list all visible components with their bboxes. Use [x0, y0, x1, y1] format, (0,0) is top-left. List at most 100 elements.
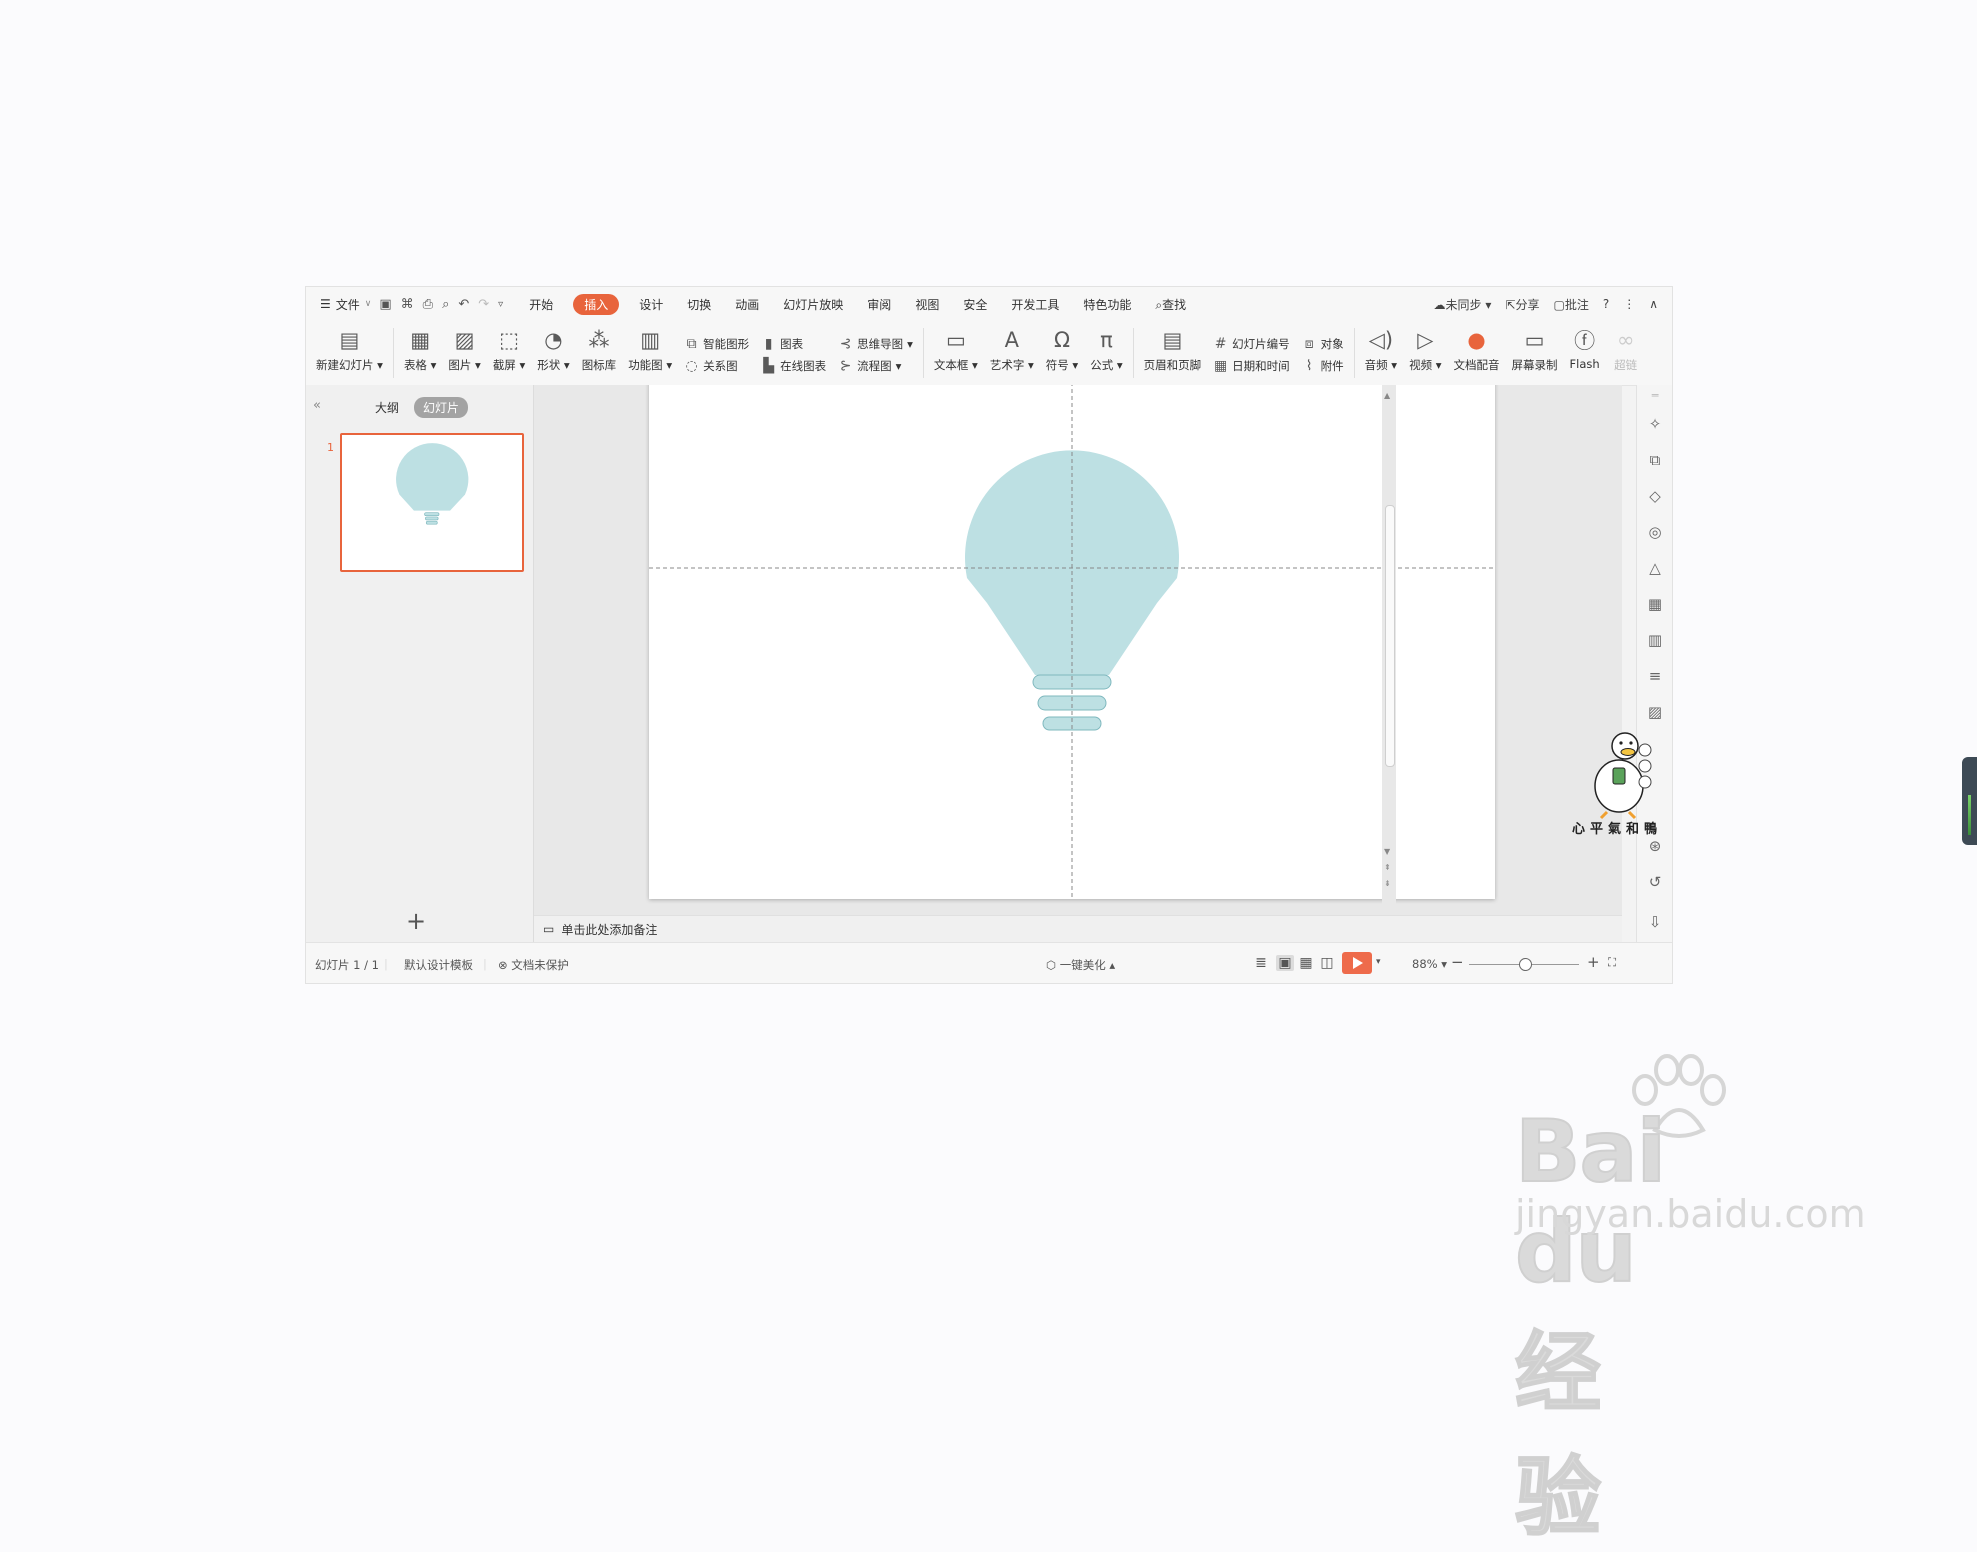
play-options-icon[interactable]: ▾ — [1376, 957, 1381, 967]
zoom-in-icon[interactable]: + — [1587, 953, 1600, 971]
tab-outline[interactable]: 大纲 — [375, 399, 399, 416]
formula-button[interactable]: π 公式 ▾ — [1084, 321, 1128, 379]
date-time-button[interactable]: ▦ 日期和时间 — [1213, 358, 1290, 374]
play-slideshow-button[interactable] — [1342, 952, 1372, 974]
function-chart-button[interactable]: ▥ 功能图 ▾ — [622, 321, 678, 379]
online-chart-button[interactable]: ▙ 在线图表 — [761, 358, 826, 374]
add-slide-button[interactable]: + — [406, 907, 426, 935]
lightbulb-shape-group[interactable] — [649, 385, 1495, 899]
print-icon[interactable]: ⎙ — [423, 297, 433, 312]
arttext-button[interactable]: A 艺术字 ▾ — [984, 321, 1040, 379]
backup-icon[interactable]: ⊛ — [1646, 837, 1664, 855]
floating-edge-widget[interactable] — [1962, 757, 1977, 845]
collapse-ribbon-icon[interactable]: ∧ — [1649, 297, 1658, 311]
attachment-button[interactable]: ⌇ 附件 — [1302, 358, 1344, 374]
doc-dub-button[interactable]: ● 文档配音 — [1448, 321, 1506, 379]
screenshot-button[interactable]: ⬚ 截屏 ▾ — [487, 321, 531, 379]
help-button[interactable]: ? — [1603, 297, 1609, 311]
next-slide-icon[interactable]: ⇟ — [1384, 879, 1391, 888]
new-slide-button[interactable]: ▤ 新建幻灯片 ▾ — [306, 321, 389, 379]
relation-button[interactable]: ◌ 关系图 — [684, 358, 749, 374]
status-divider: | — [384, 957, 388, 971]
share-button[interactable]: ⇱分享 — [1505, 296, 1539, 313]
watermark-url: jingyan.baidu.com — [1515, 1192, 1866, 1236]
fit-window-icon[interactable]: ⛶ — [1608, 955, 1616, 970]
mindmap-button[interactable]: ⊰ 思维导图 ▾ — [838, 336, 913, 352]
chart-button[interactable]: ▮ 图表 — [761, 336, 826, 352]
comment-button[interactable]: ▢批注 — [1553, 296, 1588, 313]
tab-insert[interactable]: 插入 — [573, 293, 620, 315]
collapse-panel-icon[interactable]: « — [313, 398, 321, 413]
layers-icon[interactable]: △ — [1646, 559, 1664, 577]
textbox-button[interactable]: ▭ 文本框 ▾ — [928, 321, 984, 379]
tab-design[interactable]: 设计 — [627, 296, 675, 313]
table-button[interactable]: ▦ 表格 ▾ — [398, 321, 442, 379]
notes-bar[interactable]: ▭ 单击此处添加备注 — [534, 915, 1622, 942]
image-icon[interactable]: ▨ — [1646, 703, 1664, 721]
hyperlink-button[interactable]: ∞ 超链 — [1606, 321, 1646, 379]
smartart-button[interactable]: ⧉ 智能图形 — [684, 336, 750, 352]
redo-icon[interactable]: ↷ — [478, 297, 489, 312]
zoom-out-icon[interactable]: − — [1451, 953, 1464, 971]
copy-style-icon[interactable]: ⧉ — [1646, 451, 1664, 469]
screen-record-button[interactable]: ▭ 屏幕录制 — [1506, 321, 1564, 379]
video-button[interactable]: ▷ 视频 ▾ — [1403, 321, 1447, 379]
ribbon-divider — [392, 328, 394, 378]
download-icon[interactable]: ⇩ — [1646, 913, 1664, 931]
customize-icon[interactable]: ▿ — [498, 299, 503, 310]
slide[interactable] — [649, 385, 1495, 899]
zoom-slider-thumb[interactable] — [1519, 958, 1532, 971]
tab-slides[interactable]: 幻灯片 — [414, 397, 469, 418]
tab-security[interactable]: 安全 — [951, 296, 999, 313]
tab-special[interactable]: 特色功能 — [1071, 296, 1143, 313]
more-icon[interactable]: ⋮ — [1623, 297, 1635, 311]
sync-status[interactable]: ☁未同步 ▾ — [1434, 296, 1492, 313]
template-name[interactable]: 默认设计模板 — [404, 957, 473, 973]
format-painter-icon[interactable]: ⌘ — [401, 297, 414, 312]
tab-transition[interactable]: 切换 — [675, 296, 723, 313]
file-menu[interactable]: ☰ 文件 ∨ — [306, 296, 371, 313]
tab-animation[interactable]: 动画 — [723, 296, 771, 313]
chart-icon: ▮ — [764, 336, 773, 352]
icon-library-button[interactable]: ⁂ 图标库 — [576, 321, 623, 379]
audio-button[interactable]: ◁) 音频 ▾ — [1359, 321, 1403, 379]
scroll-thumb[interactable] — [1385, 505, 1395, 767]
search-command[interactable]: ⌕查找 — [1143, 296, 1198, 313]
slide-number-button[interactable]: # 幻灯片编号 — [1213, 336, 1290, 352]
shapes-icon[interactable]: ◇ — [1646, 487, 1664, 505]
bar-chart-icon[interactable]: ▥ — [1646, 631, 1664, 649]
normal-view-icon[interactable]: ▣ — [1276, 955, 1294, 971]
star-magic-icon[interactable]: ✧ — [1646, 415, 1664, 433]
grid-icon[interactable]: ▦ — [1646, 595, 1664, 613]
tab-developer[interactable]: 开发工具 — [999, 296, 1071, 313]
sorter-view-icon[interactable]: ▦ — [1297, 955, 1315, 971]
prev-slide-icon[interactable]: ⇞ — [1384, 863, 1391, 872]
tab-view[interactable]: 视图 — [903, 296, 951, 313]
undo-icon[interactable]: ↶ — [458, 297, 469, 312]
vertical-scrollbar[interactable]: ▲ ▼ ⇞ ⇟ — [1382, 385, 1396, 915]
symbol-button[interactable]: Ω 符号 ▾ — [1040, 321, 1084, 379]
notes-view-icon[interactable]: ≣ — [1252, 955, 1270, 971]
picture-button[interactable]: ▨ 图片 ▾ — [442, 321, 486, 379]
tab-review[interactable]: 审阅 — [855, 296, 903, 313]
location-icon[interactable]: ◎ — [1646, 523, 1664, 541]
sync-label: 未同步 — [1445, 297, 1482, 312]
header-footer-button[interactable]: ▤ 页眉和页脚 — [1138, 321, 1208, 379]
protection-status[interactable]: ⊗ 文档未保护 — [498, 957, 569, 973]
slide-thumbnail[interactable] — [340, 433, 524, 572]
zoom-level[interactable]: 88% ▾ — [1412, 957, 1447, 971]
reading-view-icon[interactable]: ◫ — [1318, 955, 1336, 971]
shape-button[interactable]: ◔ 形状 ▾ — [531, 321, 575, 379]
settings-sliders-icon[interactable]: ≡ — [1646, 667, 1664, 685]
history-icon[interactable]: ↺ — [1646, 873, 1664, 891]
tab-home[interactable]: 开始 — [517, 296, 565, 313]
scroll-down-icon[interactable]: ▼ — [1384, 847, 1390, 856]
tab-slideshow[interactable]: 幻灯片放映 — [771, 296, 855, 313]
save-icon[interactable]: ▣ — [379, 297, 391, 312]
beautify-button[interactable]: ⬡ 一键美化 ▴ — [1046, 957, 1115, 973]
flash-button[interactable]: ⓕ Flash — [1564, 321, 1606, 379]
flowchart-button[interactable]: ⊱ 流程图 ▾ — [838, 358, 913, 374]
scroll-up-icon[interactable]: ▲ — [1384, 391, 1390, 400]
print-preview-icon[interactable]: ⌕ — [442, 297, 449, 312]
object-button[interactable]: ⧈ 对象 — [1302, 336, 1344, 352]
